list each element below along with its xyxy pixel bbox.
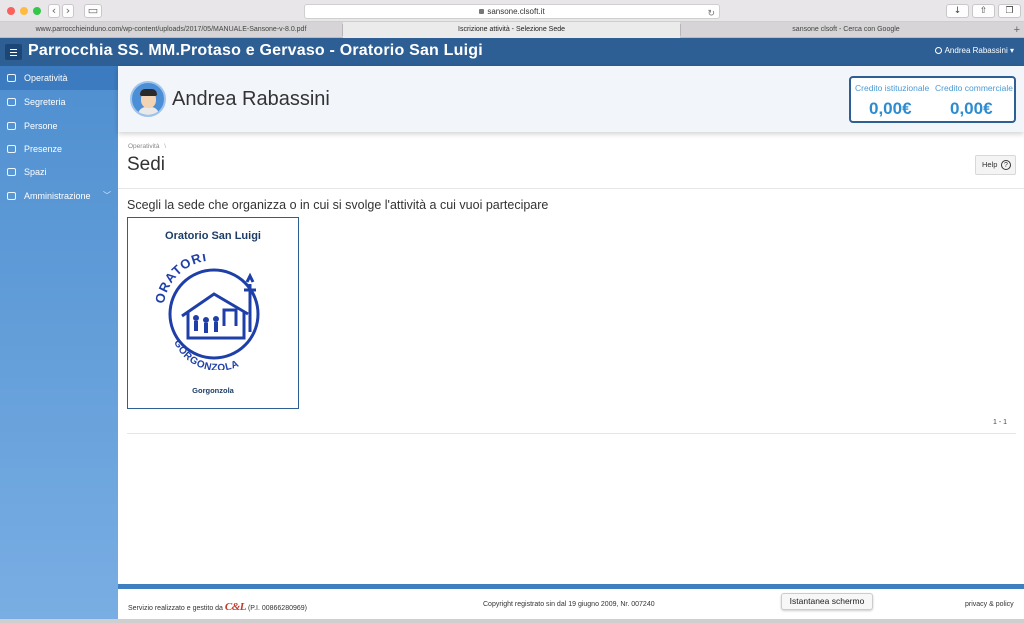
breadcrumb: Operatività \: [128, 143, 166, 150]
browser-tab-iscrizione[interactable]: Iscrizione attività - Selezione Sede: [343, 22, 680, 38]
profile-band: Andrea Rabassini Credito istituzionale C…: [118, 66, 1024, 132]
address-text: sansone.clsoft.it: [487, 7, 545, 16]
zoom-window-button[interactable]: [33, 7, 41, 15]
app-header: Parrocchia SS. MM.Protaso e Gervaso - Or…: [0, 38, 1024, 66]
user-menu-label: Andrea Rabassini: [944, 46, 1008, 55]
help-label: Help: [982, 160, 998, 169]
forward-icon[interactable]: ›: [62, 4, 74, 18]
credito-istituzionale-label: Credito istituzionale: [855, 83, 930, 93]
footer-piva: (P.I. 00866280969): [247, 605, 308, 612]
sidebar-item-label: Amministrazione: [24, 191, 91, 201]
chevron-down-icon: ﹀: [103, 191, 111, 200]
address-bar[interactable]: sansone.clsoft.it ↻: [304, 4, 720, 19]
breadcrumb-operativita[interactable]: Operatività: [128, 143, 159, 150]
minimize-window-button[interactable]: [20, 7, 28, 15]
breadcrumb-separator: \: [164, 143, 167, 150]
credits-box: Credito istituzionale Credito commercial…: [849, 76, 1016, 123]
sidebar-item-operativita[interactable]: Operatività: [0, 66, 118, 90]
sidebar-item-label: Persone: [24, 121, 58, 131]
gear-icon: [7, 98, 16, 106]
window-bottom-edge: [0, 619, 1024, 623]
credito-istituzionale-value: 0,00€: [869, 99, 912, 118]
instruction-text: Scegli la sede che organizza o in cui si…: [127, 198, 549, 212]
page-title: Sedi: [127, 154, 166, 175]
reload-icon[interactable]: ↻: [707, 6, 715, 20]
privacy-link[interactable]: privacy & policy: [965, 601, 1014, 608]
sidebar-item-label: Spazi: [24, 167, 47, 177]
sidebar-item-segreteria[interactable]: Segreteria: [0, 90, 118, 114]
download-icon[interactable]: ↓: [946, 4, 969, 18]
sede-location: Gorgonzola: [192, 386, 234, 395]
sidebar-item-amministrazione[interactable]: Amministrazione ﹀: [0, 184, 118, 208]
share-icon[interactable]: ⇧: [972, 4, 995, 18]
sidebar-item-label: Segreteria: [24, 97, 66, 107]
sidebar-item-spazi[interactable]: Spazi: [0, 160, 118, 184]
browser-tabbar: www.parrocchieinduno.com/wp-content/uplo…: [0, 22, 1024, 38]
user-menu[interactable]: Andrea Rabassini ▾: [934, 46, 1014, 55]
credito-commerciale-value: 0,00€: [950, 99, 993, 118]
new-tab-icon[interactable]: +: [1014, 22, 1020, 38]
snapshot-tooltip: Istantanea schermo: [781, 593, 873, 610]
question-icon: ?: [1001, 160, 1011, 170]
folder-icon: [7, 145, 16, 153]
settings-icon: [7, 192, 16, 200]
home-icon: [7, 74, 16, 82]
sidebar-toggle-icon[interactable]: ▭: [84, 4, 102, 18]
close-window-button[interactable]: [7, 7, 15, 15]
browser-tab-pdf[interactable]: www.parrocchieinduno.com/wp-content/uplo…: [0, 22, 342, 38]
sidebar-item-persone[interactable]: Persone: [0, 114, 118, 138]
sidebar-item-label: Operatività: [24, 73, 68, 83]
divider: [118, 188, 1024, 189]
sidebar-item-label: Presenze: [24, 144, 63, 154]
footer-credits: Servizio realizzato e gestito da C&L (P.…: [128, 601, 307, 613]
pager: 1 - 1: [993, 419, 1008, 426]
cl-logo[interactable]: C&L: [225, 601, 247, 613]
back-icon[interactable]: ‹: [48, 4, 60, 18]
footer: Servizio realizzato e gestito da C&L (P.…: [118, 589, 1024, 619]
app-title: Parrocchia SS. MM.Protaso e Gervaso - Or…: [28, 42, 483, 59]
lock-icon: [479, 9, 485, 15]
logo-text-top: ORATORI: [152, 254, 208, 305]
credito-commerciale-label: Credito commerciale: [935, 83, 1013, 93]
avatar: [130, 81, 166, 117]
profile-name: Andrea Rabassini: [172, 88, 330, 110]
browser-titlebar: ‹ › ▭ sansone.clsoft.it ↻ ↓ ⇧ ❐: [0, 0, 1024, 22]
tabs-overview-icon[interactable]: ❐: [998, 4, 1021, 18]
building-icon: [7, 168, 16, 176]
browser-tab-google[interactable]: sansone clsoft - Cerca con Google: [681, 22, 1011, 38]
sede-name: Oratorio San Luigi: [165, 230, 261, 242]
sede-card[interactable]: Oratorio San Luigi ORATORI GORGONZOLA Go…: [127, 217, 299, 409]
footer-left-text: Servizio realizzato e gestito da: [128, 605, 223, 612]
sidebar: Operatività Segreteria Persone Presenze …: [0, 66, 118, 623]
user-icon: [934, 47, 942, 54]
help-button[interactable]: Help ?: [975, 155, 1016, 175]
sidebar-item-presenze[interactable]: Presenze: [0, 137, 118, 161]
oratorio-logo: ORATORI GORGONZOLA: [152, 254, 260, 370]
document-icon: [7, 122, 16, 130]
divider: [127, 433, 1016, 434]
footer-copyright: Copyright registrato sin dal 19 giugno 2…: [483, 601, 655, 608]
hamburger-icon[interactable]: [5, 44, 22, 60]
